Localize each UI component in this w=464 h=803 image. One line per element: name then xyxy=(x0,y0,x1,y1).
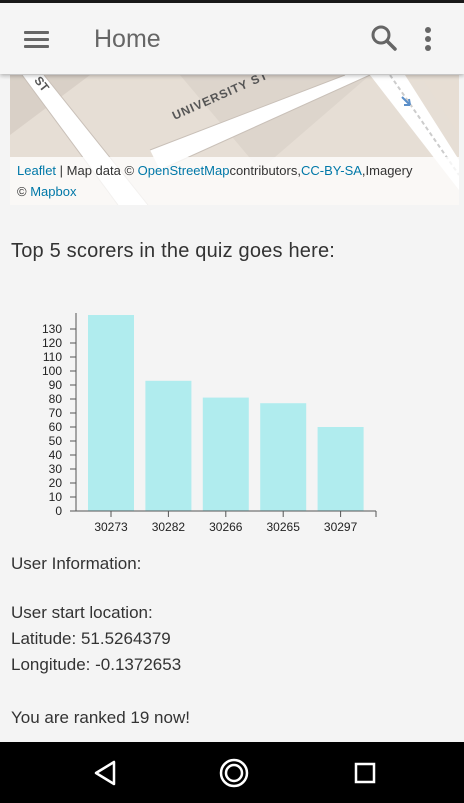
search-icon[interactable] xyxy=(368,23,400,55)
osm-link[interactable]: OpenStreetMap xyxy=(138,163,230,178)
x-tick-label: 30273 xyxy=(94,520,128,534)
bar-30297 xyxy=(317,427,364,511)
bar-30266 xyxy=(202,397,249,511)
map-attribution: Leaflet | Map data © OpenStreetMapcontri… xyxy=(10,157,459,205)
back-triangle-icon[interactable] xyxy=(88,756,122,790)
y-tick-label: 0 xyxy=(55,504,62,518)
y-tick-label: 130 xyxy=(42,322,62,336)
y-tick-label: 100 xyxy=(42,364,62,378)
rank-text: You are ranked 19 now! xyxy=(11,708,190,727)
x-tick-label: 30265 xyxy=(267,520,301,534)
home-circle-icon[interactable] xyxy=(217,756,251,790)
longitude-value: Longitude: -0.1372653 xyxy=(11,655,182,674)
x-tick-label: 30266 xyxy=(209,520,243,534)
attribution-copy: © xyxy=(17,184,31,199)
recents-square-icon[interactable] xyxy=(348,756,382,790)
attribution-imagery: ,Imagery xyxy=(361,163,413,178)
user-info-label: User Information: xyxy=(11,554,142,573)
latitude-value: Latitude: 51.5264379 xyxy=(11,629,171,648)
bar-30273 xyxy=(88,315,134,511)
user-start-location-label: User start location: xyxy=(11,603,153,622)
y-tick-label: 90 xyxy=(49,378,63,392)
y-tick-label: 70 xyxy=(49,406,63,420)
y-tick-label: 20 xyxy=(49,476,63,490)
x-tick-label: 30297 xyxy=(324,520,358,534)
y-tick-label: 80 xyxy=(49,392,63,406)
attribution-sep: | Map data © xyxy=(56,163,138,178)
leaflet-link[interactable]: Leaflet xyxy=(17,163,56,178)
more-vert-icon[interactable] xyxy=(414,23,442,55)
x-tick-label: 30282 xyxy=(152,520,186,534)
mapbox-link[interactable]: Mapbox xyxy=(30,184,76,199)
menu-icon[interactable] xyxy=(20,25,54,55)
scorers-bar-chart: 30273 30282 30266 30265 30297 0 10 20 30 40 50 60 70… xyxy=(0,300,400,540)
bar-30282 xyxy=(145,380,192,511)
y-tick-label: 30 xyxy=(49,462,63,476)
page-title: Home xyxy=(94,25,161,53)
y-tick-label: 40 xyxy=(49,448,63,462)
map-view[interactable]: UNIVERSITY ST ST Leaflet | Map data © Op… xyxy=(10,75,459,205)
quiz-heading: Top 5 scorers in the quiz goes here: xyxy=(11,240,336,262)
y-tick-label: 50 xyxy=(49,434,63,448)
attribution-contributors: contributors, xyxy=(229,163,301,178)
y-tick-label: 10 xyxy=(49,490,63,504)
y-tick-label: 60 xyxy=(49,420,63,434)
y-tick-label: 110 xyxy=(43,350,62,364)
y-tick-label: 120 xyxy=(42,336,62,350)
bar-30265 xyxy=(260,403,307,511)
navigation-bar xyxy=(0,742,464,803)
app-bar: Home xyxy=(0,3,464,74)
license-link[interactable]: CC-BY-SA xyxy=(301,163,362,178)
